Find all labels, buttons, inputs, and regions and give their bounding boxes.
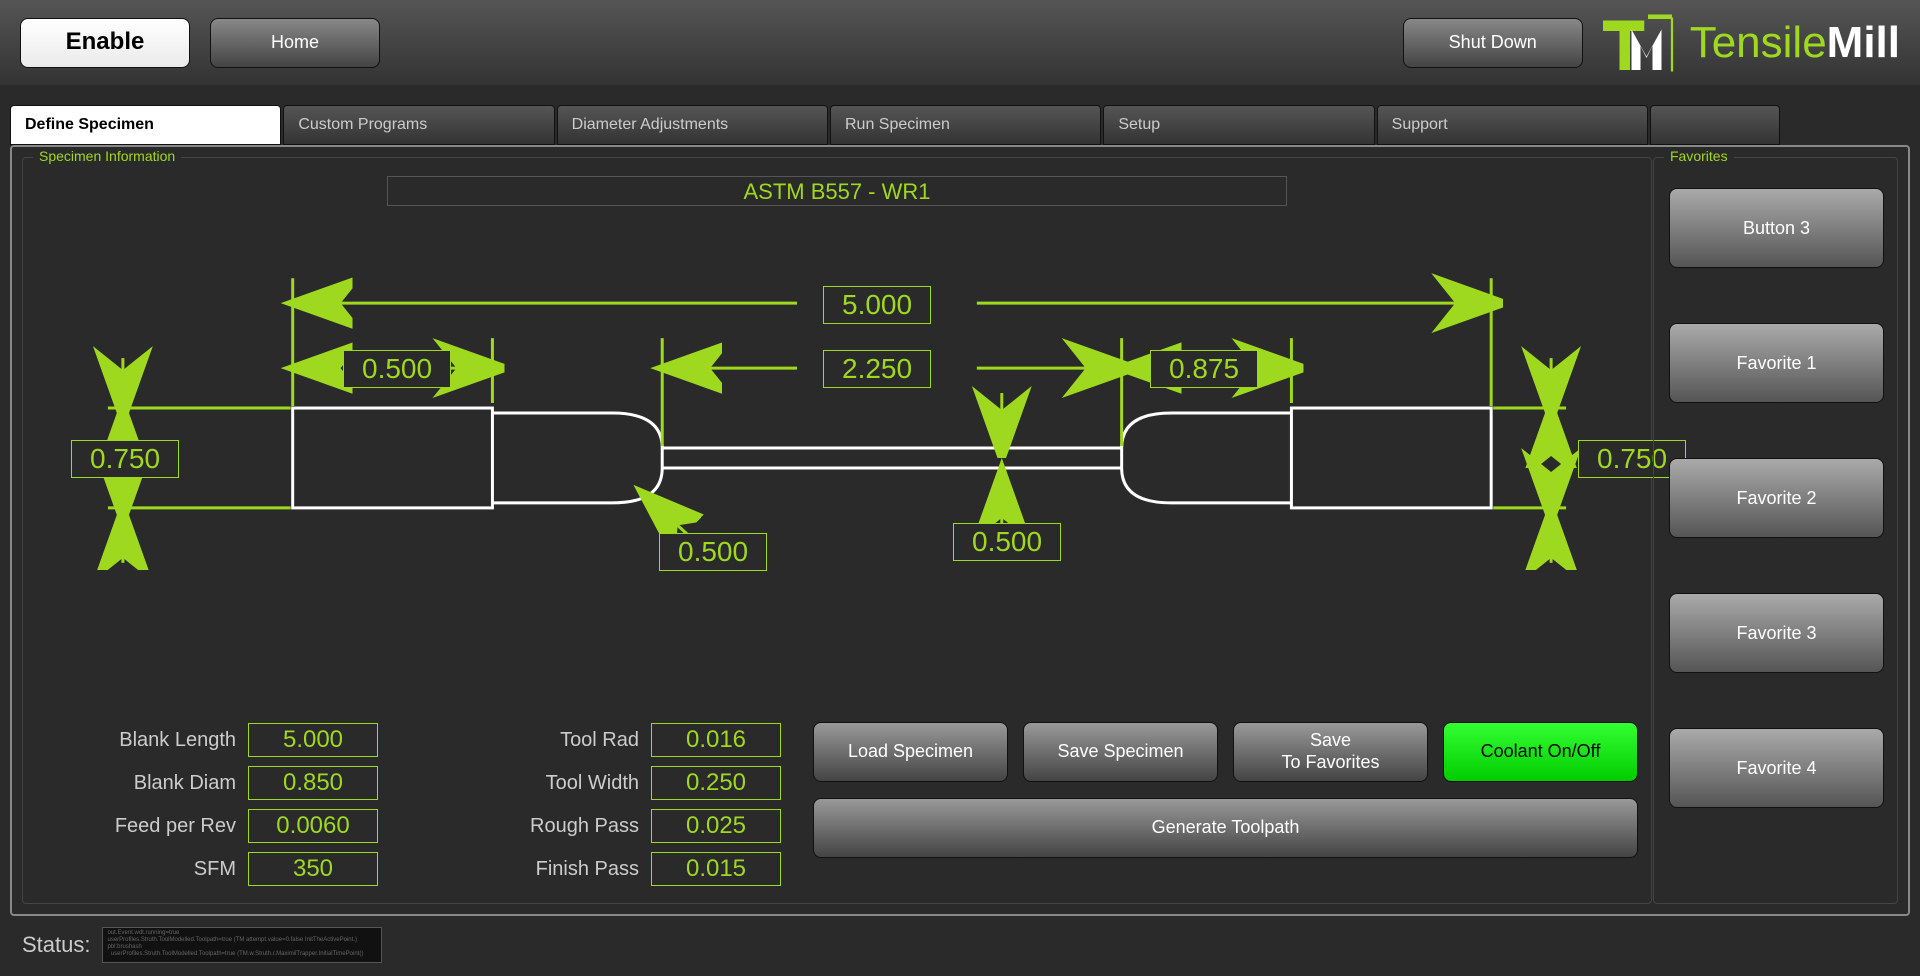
topbar: Enable Home Shut Down TensileMill [0, 0, 1920, 85]
tab-define-specimen[interactable]: Define Specimen [10, 105, 281, 145]
status-bar: Status: out.Event.wdt.running=true userP… [10, 924, 1910, 966]
generate-toolpath-button[interactable]: Generate Toolpath [813, 798, 1638, 858]
dim-height-left[interactable]: 0.750 [71, 440, 179, 478]
dim-left-grip[interactable]: 0.500 [343, 350, 451, 388]
tool-rad-label: Tool Rad [471, 729, 651, 752]
specimen-info-fieldset: Specimen Information ASTM B557 - WR1 [22, 157, 1652, 904]
tab-custom-programs[interactable]: Custom Programs [283, 105, 554, 145]
specimen-drawing: 5.000 0.500 2.250 0.875 0.750 0.750 0.50… [43, 218, 1631, 648]
tab-support[interactable]: Support [1377, 105, 1648, 145]
enable-button[interactable]: Enable [20, 18, 190, 68]
coolant-button[interactable]: Coolant On/Off [1443, 722, 1638, 782]
logo: TensileMill [1603, 13, 1900, 73]
favorite-button-0[interactable]: Button 3 [1669, 188, 1884, 268]
tab-bar: Define Specimen Custom Programs Diameter… [10, 105, 1780, 145]
tab-run-specimen[interactable]: Run Specimen [830, 105, 1101, 145]
specimen-legend: Specimen Information [33, 148, 181, 164]
rough-label: Rough Pass [471, 815, 651, 838]
feed-label: Feed per Rev [68, 815, 248, 838]
favorite-button-3[interactable]: Favorite 3 [1669, 593, 1884, 673]
home-button[interactable]: Home [210, 18, 380, 68]
finish-input[interactable]: 0.015 [651, 852, 781, 886]
tab-spacer [1650, 105, 1780, 145]
favorites-legend: Favorites [1664, 148, 1734, 164]
specimen-name-field[interactable]: ASTM B557 - WR1 [387, 176, 1287, 206]
favorite-button-4[interactable]: Favorite 4 [1669, 728, 1884, 808]
tool-width-label: Tool Width [471, 772, 651, 795]
rough-input[interactable]: 0.025 [651, 809, 781, 843]
tab-diameter-adjustments[interactable]: Diameter Adjustments [557, 105, 828, 145]
blank-diam-label: Blank Diam [68, 772, 248, 795]
favorite-button-2[interactable]: Favorite 2 [1669, 458, 1884, 538]
blank-length-input[interactable]: 5.000 [248, 723, 378, 757]
save-to-favorites-button[interactable]: Save To Favorites [1233, 722, 1428, 782]
dim-reduced-width[interactable]: 0.500 [953, 523, 1061, 561]
logo-icon [1603, 13, 1678, 73]
sfm-input[interactable]: 350 [248, 852, 378, 886]
finish-label: Finish Pass [471, 858, 651, 881]
dim-right-grip[interactable]: 0.875 [1150, 350, 1258, 388]
blank-length-label: Blank Length [68, 729, 248, 752]
favorites-fieldset: Favorites Button 3 Favorite 1 Favorite 2… [1653, 157, 1898, 904]
tool-width-input[interactable]: 0.250 [651, 766, 781, 800]
save-specimen-button[interactable]: Save Specimen [1023, 722, 1218, 782]
tool-rad-input[interactable]: 0.016 [651, 723, 781, 757]
logo-text: TensileMill [1690, 18, 1900, 68]
dim-gage-length[interactable]: 2.250 [823, 350, 931, 388]
status-log: out.Event.wdt.running=true userProfiles.… [102, 927, 382, 963]
main-panel: Specimen Information ASTM B557 - WR1 [10, 145, 1910, 916]
load-specimen-button[interactable]: Load Specimen [813, 722, 1008, 782]
blank-diam-input[interactable]: 0.850 [248, 766, 378, 800]
tab-setup[interactable]: Setup [1103, 105, 1374, 145]
sfm-label: SFM [68, 858, 248, 881]
dim-overall-length[interactable]: 5.000 [823, 286, 931, 324]
dimension-svg [43, 218, 1631, 648]
status-label: Status: [10, 932, 102, 958]
shutdown-button[interactable]: Shut Down [1403, 18, 1583, 68]
feed-input[interactable]: 0.0060 [248, 809, 378, 843]
favorite-button-1[interactable]: Favorite 1 [1669, 323, 1884, 403]
dim-fillet-rad[interactable]: 0.500 [659, 533, 767, 571]
